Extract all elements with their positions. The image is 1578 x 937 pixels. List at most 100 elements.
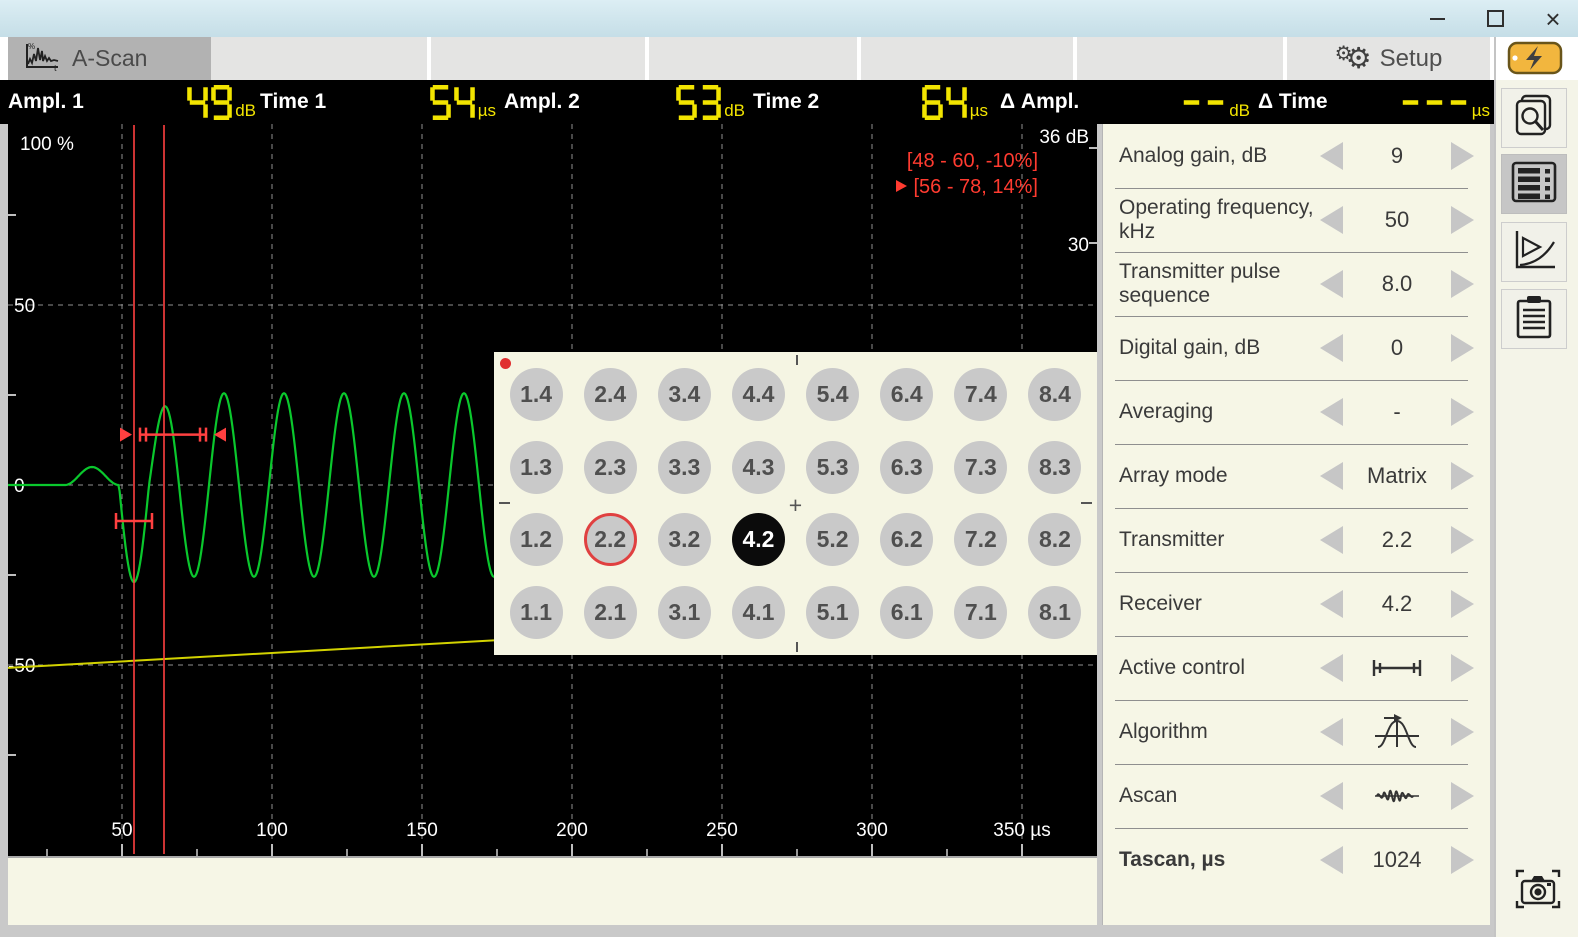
zoom-view-button[interactable] — [1501, 88, 1567, 148]
element-8.2[interactable]: 8.2 — [1028, 513, 1081, 566]
decrease-arrow-button[interactable] — [1320, 782, 1343, 810]
increase-arrow-button[interactable] — [1451, 462, 1474, 490]
tab-empty-5[interactable] — [1077, 37, 1283, 80]
increase-arrow-button[interactable] — [1451, 782, 1474, 810]
svg-text:50: 50 — [111, 820, 132, 841]
element-5.2[interactable]: 5.2 — [806, 513, 859, 566]
decrease-arrow-button[interactable] — [1320, 462, 1343, 490]
report-button[interactable] — [1501, 289, 1567, 349]
gain-curve-button[interactable] — [1501, 222, 1567, 282]
measure-value: dB — [1181, 85, 1250, 120]
element-7.1[interactable]: 7.1 — [954, 586, 1007, 639]
increase-arrow-button[interactable] — [1451, 142, 1474, 170]
increase-arrow-button[interactable] — [1451, 590, 1474, 618]
battery-charging-icon — [1505, 41, 1563, 80]
settings-value: 9 — [1343, 143, 1451, 169]
decrease-arrow-button[interactable] — [1320, 142, 1343, 170]
decrease-arrow-button[interactable] — [1320, 334, 1343, 362]
svg-text:100 %: 100 % — [20, 134, 74, 155]
element-6.1[interactable]: 6.1 — [880, 586, 933, 639]
element-2.3[interactable]: 2.3 — [584, 441, 637, 494]
sidebar — [1494, 37, 1578, 937]
increase-arrow-button[interactable] — [1451, 206, 1474, 234]
element-6.4[interactable]: 6.4 — [880, 368, 933, 421]
matrix-cell: 8.1 — [1018, 576, 1092, 649]
minimize-button[interactable] — [1426, 8, 1448, 30]
element-4.3[interactable]: 4.3 — [732, 441, 785, 494]
svg-text:36 dB: 36 dB — [1039, 127, 1089, 148]
decrease-arrow-button[interactable] — [1320, 526, 1343, 554]
element-7.4[interactable]: 7.4 — [954, 368, 1007, 421]
element-2.2-transmitter[interactable]: 2.2 — [584, 513, 637, 566]
magnifier-pages-icon — [1513, 94, 1555, 143]
element-8.1[interactable]: 8.1 — [1028, 586, 1081, 639]
matrix-cell: 8.4 — [1018, 358, 1092, 431]
decrease-arrow-button[interactable] — [1320, 718, 1343, 746]
element-1.2[interactable]: 1.2 — [510, 513, 563, 566]
matrix-cell: 3.3 — [647, 431, 721, 504]
tab-empty-1[interactable] — [211, 37, 427, 80]
element-2.4[interactable]: 2.4 — [584, 368, 637, 421]
tab-empty-2[interactable] — [431, 37, 645, 80]
increase-arrow-button[interactable] — [1451, 334, 1474, 362]
decrease-arrow-button[interactable] — [1320, 206, 1343, 234]
measure-value: µs — [922, 85, 988, 120]
tab-a-scan[interactable]: % t A-Scan — [8, 37, 221, 80]
element-6.3[interactable]: 6.3 — [880, 441, 933, 494]
element-1.3[interactable]: 1.3 — [510, 441, 563, 494]
increase-arrow-button[interactable] — [1451, 846, 1474, 874]
measure-unit: dB — [1229, 102, 1250, 119]
svg-text:0: 0 — [14, 476, 25, 497]
measure-group--time: Δ Timeµs — [1258, 80, 1490, 124]
measure-label: Time 2 — [753, 90, 819, 114]
element-4.4[interactable]: 4.4 — [732, 368, 785, 421]
settings-row-ascan: Ascan — [1103, 764, 1490, 828]
element-1.1[interactable]: 1.1 — [510, 586, 563, 639]
rf-wave-icon — [1343, 777, 1451, 815]
element-8.4[interactable]: 8.4 — [1028, 368, 1081, 421]
measure-unit: µs — [478, 102, 496, 119]
settings-list-button[interactable] — [1501, 154, 1567, 214]
element-7.3[interactable]: 7.3 — [954, 441, 1007, 494]
element-2.1[interactable]: 2.1 — [584, 586, 637, 639]
settings-panel: Analog gain, dB9Operating frequency, kHz… — [1102, 124, 1490, 925]
element-5.1[interactable]: 5.1 — [806, 586, 859, 639]
decrease-arrow-button[interactable] — [1320, 654, 1343, 682]
tab-empty-4[interactable] — [861, 37, 1073, 80]
element-5.3[interactable]: 5.3 — [806, 441, 859, 494]
element-3.4[interactable]: 3.4 — [658, 368, 711, 421]
matrix-cell: 5.4 — [796, 358, 870, 431]
increase-arrow-button[interactable] — [1451, 654, 1474, 682]
screenshot-button[interactable] — [1508, 865, 1568, 917]
increase-arrow-button[interactable] — [1451, 718, 1474, 746]
increase-arrow-button[interactable] — [1451, 526, 1474, 554]
element-7.2[interactable]: 7.2 — [954, 513, 1007, 566]
svg-text:[56 - 78, 14%]: [56 - 78, 14%] — [913, 176, 1038, 198]
measure-unit: dB — [235, 102, 256, 119]
element-3.2[interactable]: 3.2 — [658, 513, 711, 566]
element-4.2-receiver[interactable]: 4.2 — [732, 513, 785, 566]
close-button[interactable]: × — [1542, 8, 1564, 30]
increase-arrow-button[interactable] — [1451, 270, 1474, 298]
decrease-arrow-button[interactable] — [1320, 270, 1343, 298]
maximize-button[interactable] — [1484, 8, 1506, 30]
element-6.2[interactable]: 6.2 — [880, 513, 933, 566]
element-8.3[interactable]: 8.3 — [1028, 441, 1081, 494]
decrease-arrow-button[interactable] — [1320, 398, 1343, 426]
matrix-cell: 8.2 — [1018, 504, 1092, 577]
element-5.4[interactable]: 5.4 — [806, 368, 859, 421]
element-3.3[interactable]: 3.3 — [658, 441, 711, 494]
matrix-cell: 6.2 — [870, 504, 944, 577]
decrease-arrow-button[interactable] — [1320, 846, 1343, 874]
matrix-cell: 1.4 — [499, 358, 573, 431]
measure-unit: dB — [724, 102, 745, 119]
setup-button[interactable]: ⚙⚙ Setup — [1287, 37, 1490, 80]
tab-empty-3[interactable] — [649, 37, 857, 80]
decrease-arrow-button[interactable] — [1320, 590, 1343, 618]
svg-text:250: 250 — [706, 820, 738, 841]
title-bar: × — [0, 0, 1578, 37]
increase-arrow-button[interactable] — [1451, 398, 1474, 426]
element-1.4[interactable]: 1.4 — [510, 368, 563, 421]
element-4.1[interactable]: 4.1 — [732, 586, 785, 639]
element-3.1[interactable]: 3.1 — [658, 586, 711, 639]
